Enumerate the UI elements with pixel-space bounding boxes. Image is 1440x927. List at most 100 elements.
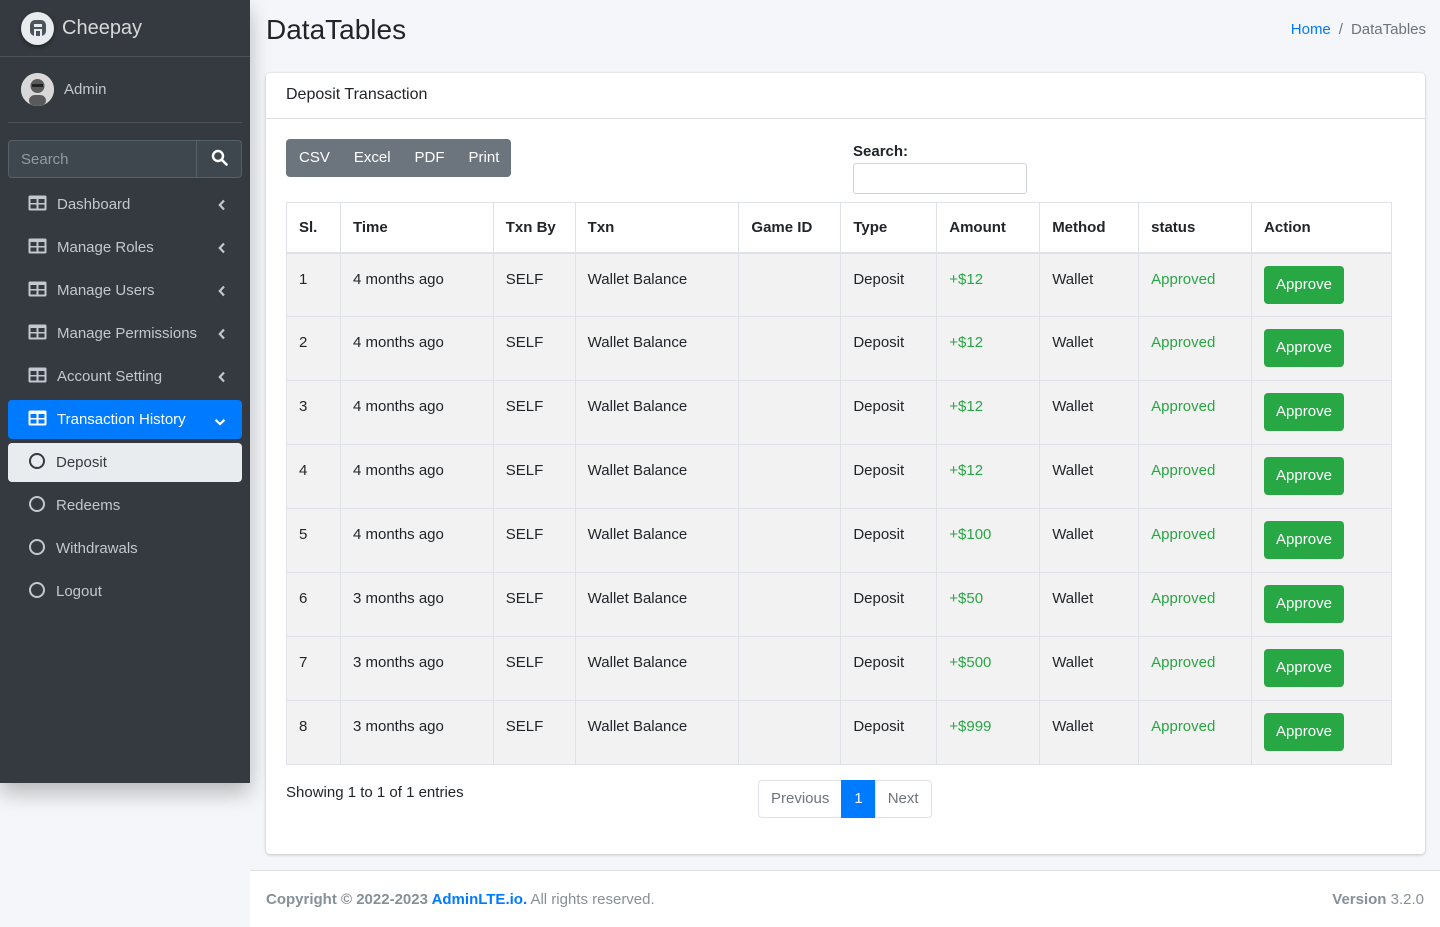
sidebar-item-redeems[interactable]: Redeems (8, 486, 242, 525)
export-button-group: CSV Excel PDF Print (286, 139, 512, 177)
cell-time: 3 months ago (339, 636, 494, 701)
cell-status: Approved (1138, 572, 1253, 637)
cell-sl: 5 (286, 508, 341, 573)
print-button[interactable]: Print (457, 139, 512, 177)
adminlte-link[interactable]: AdminLTE.io. (432, 891, 528, 908)
cell-amount: +$12 (936, 316, 1041, 381)
table-icon (28, 410, 47, 430)
cell-action: Approve (1251, 380, 1392, 445)
column-header[interactable]: Method (1039, 202, 1140, 254)
search-label: Search: (853, 143, 909, 160)
sidebar-item-manage-roles[interactable]: Manage Roles (8, 228, 242, 267)
cell-status: Approved (1138, 444, 1253, 509)
transactions-table: Sl. Time Txn By Txn Game ID Type Amount … (286, 202, 1392, 765)
column-header[interactable]: Time (339, 202, 494, 254)
sidebar-item-manage-permissions[interactable]: Manage Permissions (8, 314, 242, 353)
cell-type: Deposit (840, 572, 938, 637)
breadcrumb: Home / DataTables (1291, 21, 1426, 38)
circle-icon (28, 452, 46, 474)
cell-status: Approved (1138, 636, 1253, 701)
approve-button[interactable]: Approve (1264, 649, 1344, 687)
column-header[interactable]: Game ID (738, 202, 842, 254)
sidebar-item-label: Account Setting (57, 368, 163, 385)
cell-action: Approve (1251, 572, 1392, 637)
cell-type: Deposit (840, 316, 938, 381)
cell-status: Approved (1138, 508, 1253, 573)
column-header[interactable]: Amount (936, 202, 1041, 254)
cell-method: Wallet (1039, 380, 1140, 445)
column-header[interactable]: status (1138, 202, 1253, 254)
sidebar-search-button[interactable] (196, 140, 242, 178)
table-row: 44 months ago SELF Wallet Balance Deposit +$… (286, 444, 1392, 509)
user-panel[interactable]: Admin (8, 57, 242, 123)
table-search-input[interactable] (853, 163, 1027, 194)
cell-time: 3 months ago (339, 700, 494, 765)
cell-time: 4 months ago (339, 316, 494, 381)
transactions-card: Deposit Transaction CSV Excel PDF Print … (266, 73, 1425, 854)
sidebar-item-label: Transaction History (57, 411, 186, 428)
approve-button[interactable]: Approve (1264, 457, 1344, 495)
copyright-suffix: All rights reserved. (527, 891, 655, 908)
approve-button[interactable]: Approve (1264, 521, 1344, 559)
sidebar-item-account-setting[interactable]: Account Setting (8, 357, 242, 396)
cell-game (738, 572, 842, 637)
sidebar-nav: Dashboard Manage Roles Manage Users Mana… (8, 185, 242, 615)
approve-button[interactable]: Approve (1264, 329, 1344, 367)
column-header[interactable]: Action (1251, 202, 1392, 254)
breadcrumb-current: DataTables (1350, 21, 1426, 38)
cell-txn: Wallet Balance (574, 316, 740, 381)
next-page-button[interactable]: Next (874, 780, 932, 818)
table-icon (28, 324, 47, 344)
cell-action: Approve (1251, 316, 1392, 381)
approve-button[interactable]: Approve (1264, 585, 1344, 623)
cell-amount: +$999 (936, 700, 1041, 765)
cell-sl: 4 (286, 444, 341, 509)
table-header-row: Sl. Time Txn By Txn Game ID Type Amount … (286, 202, 1392, 254)
sidebar-item-logout[interactable]: Logout (8, 572, 242, 611)
previous-page-button[interactable]: Previous (758, 780, 843, 818)
breadcrumb-separator: / (1338, 21, 1343, 38)
pdf-button[interactable]: PDF (403, 139, 457, 177)
chevron-left-icon (218, 327, 226, 344)
table-search: Search: (853, 143, 1027, 194)
table-row: 83 months ago SELF Wallet Balance Deposit +$… (286, 700, 1392, 765)
sidebar-item-manage-users[interactable]: Manage Users (8, 271, 242, 310)
cell-action: Approve (1251, 636, 1392, 701)
sidebar-item-deposit[interactable]: Deposit (8, 443, 242, 482)
cell-type: Deposit (840, 252, 938, 317)
copyright: Copyright © 2022-2023 AdminLTE.io. All r… (266, 891, 655, 908)
cell-txn: Wallet Balance (574, 252, 740, 317)
sidebar: Cheepay Admin Dashboard Manage Roles Man… (0, 0, 250, 783)
cell-type: Deposit (840, 700, 938, 765)
brand-link[interactable]: Cheepay (0, 0, 250, 57)
cell-game (738, 252, 842, 317)
approve-button[interactable]: Approve (1264, 393, 1344, 431)
column-header[interactable]: Txn (574, 202, 740, 254)
page-1-button[interactable]: 1 (841, 780, 876, 818)
approve-button[interactable]: Approve (1264, 265, 1344, 304)
breadcrumb-home-link[interactable]: Home (1291, 21, 1331, 38)
cell-time: 3 months ago (339, 572, 494, 637)
cell-sl: 3 (286, 380, 341, 445)
sidebar-item-withdrawals[interactable]: Withdrawals (8, 529, 242, 568)
sidebar-search-input[interactable] (8, 140, 196, 178)
column-header[interactable]: Txn By (492, 202, 576, 254)
cell-game (738, 380, 842, 445)
csv-button[interactable]: CSV (286, 139, 342, 177)
column-header[interactable]: Sl. (286, 202, 341, 254)
cell-sl: 7 (286, 636, 341, 701)
cell-by: SELF (492, 316, 576, 381)
sidebar-item-dashboard[interactable]: Dashboard (8, 185, 242, 224)
cell-sl: 6 (286, 572, 341, 637)
cell-type: Deposit (840, 444, 938, 509)
cell-by: SELF (492, 444, 576, 509)
cell-action: Approve (1251, 508, 1392, 573)
sidebar-item-transaction-history[interactable]: Transaction History (8, 400, 242, 439)
column-header[interactable]: Type (840, 202, 938, 254)
approve-button[interactable]: Approve (1264, 713, 1344, 751)
cell-time: 4 months ago (339, 508, 494, 573)
cell-by: SELF (492, 252, 576, 317)
chevron-left-icon (218, 198, 226, 215)
excel-button[interactable]: Excel (342, 139, 403, 177)
cell-by: SELF (492, 700, 576, 765)
